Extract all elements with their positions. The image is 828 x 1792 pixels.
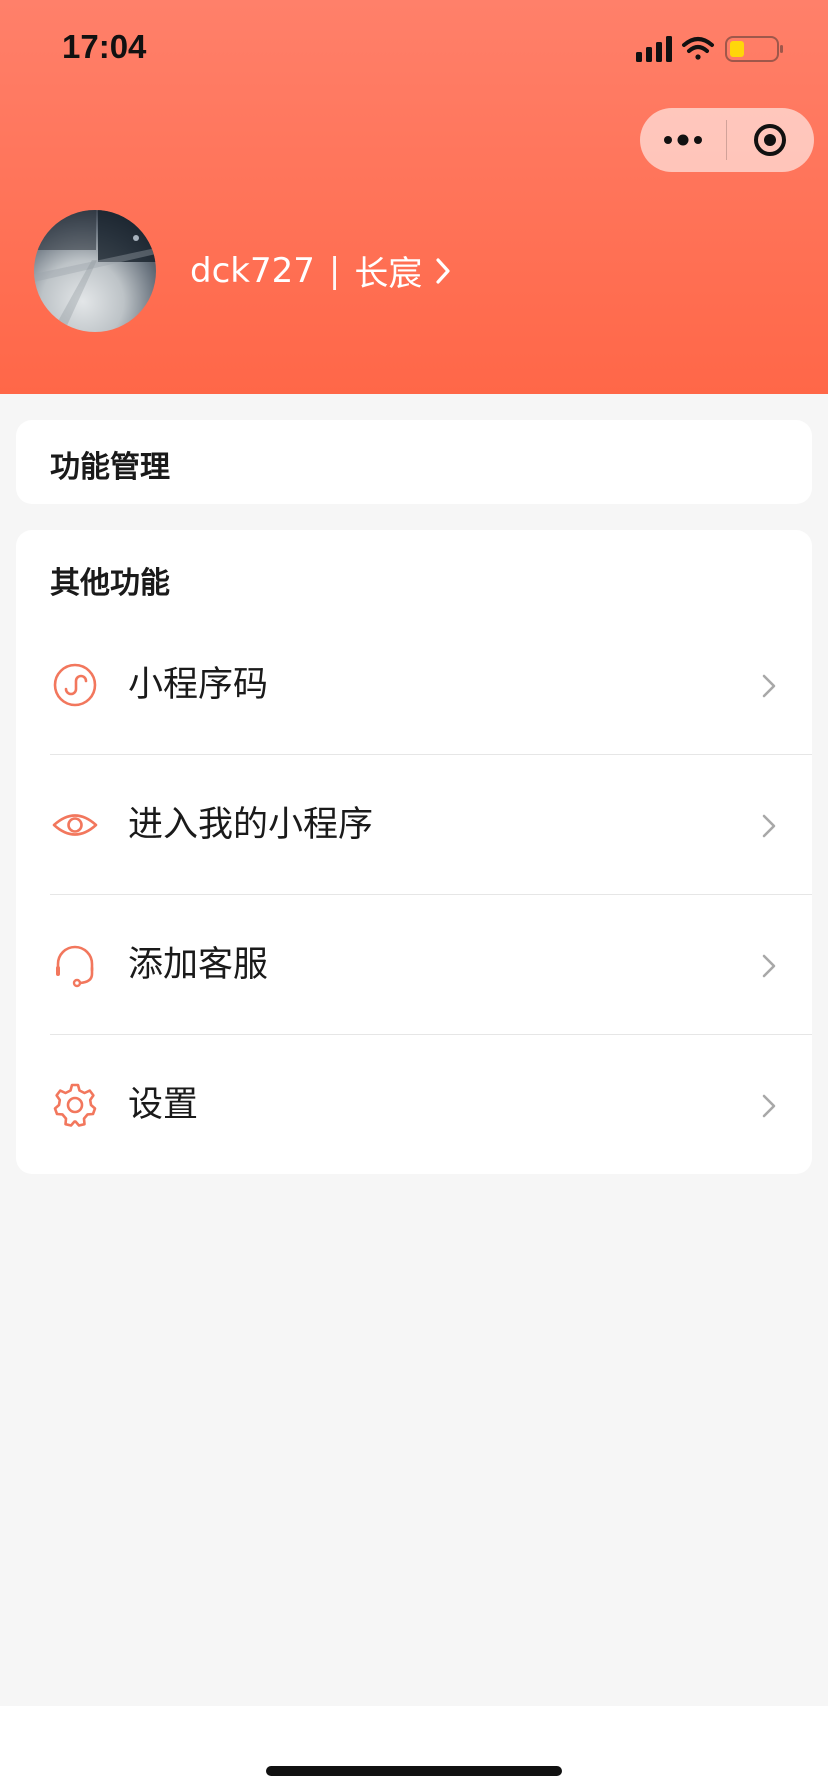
home-indicator[interactable] [266,1766,562,1776]
other-functions-title: 其他功能 [50,566,170,601]
mini-program-icon [53,663,97,707]
more-button[interactable] [640,108,726,172]
avatar-photo [34,210,156,332]
chevron-right-icon [436,257,450,284]
wifi-icon [682,37,714,60]
status-time: 17:04 [62,28,147,65]
battery-icon [725,36,783,62]
signal-icon [636,36,672,62]
menu-item-settings[interactable]: 设置 [16,1034,812,1174]
profile-header: 17:04 dck727 | 长宸 [0,0,828,394]
gear-icon [53,1083,97,1127]
eye-icon [52,814,98,836]
name-separator: | [328,250,341,291]
nickname: 长宸 [354,254,423,294]
menu-item-label: 进入我的小程序 [128,805,374,845]
function-management-title: 功能管理 [50,450,170,485]
headset-icon [56,945,94,988]
function-management-card: 功能管理 [16,420,812,504]
chevron-right-icon [762,954,776,978]
chevron-right-icon [762,814,776,838]
target-icon [754,124,786,156]
menu-item-add-customer-service[interactable]: 添加客服 [16,894,812,1034]
status-icons [636,34,796,64]
username: dck727 [190,250,315,291]
menu-item-label: 小程序码 [128,665,269,705]
more-dots-icon [664,134,702,146]
other-functions-card: 其他功能 小程序码 进入我的小程序 添加客服 设置 [16,530,812,1174]
close-mini-program-button[interactable] [727,108,813,172]
menu-item-label: 添加客服 [128,945,269,985]
menu-item-mini-program-code[interactable]: 小程序码 [16,614,812,754]
menu-item-enter-my-mini-program[interactable]: 进入我的小程序 [16,754,812,894]
avatar[interactable] [34,210,156,332]
menu-item-label: 设置 [128,1085,199,1125]
bottom-safe-area [0,1706,828,1792]
profile-name-link[interactable]: dck727 | 长宸 [190,246,454,295]
mini-program-capsule [640,108,814,172]
chevron-right-icon [762,1094,776,1118]
chevron-right-icon [762,674,776,698]
